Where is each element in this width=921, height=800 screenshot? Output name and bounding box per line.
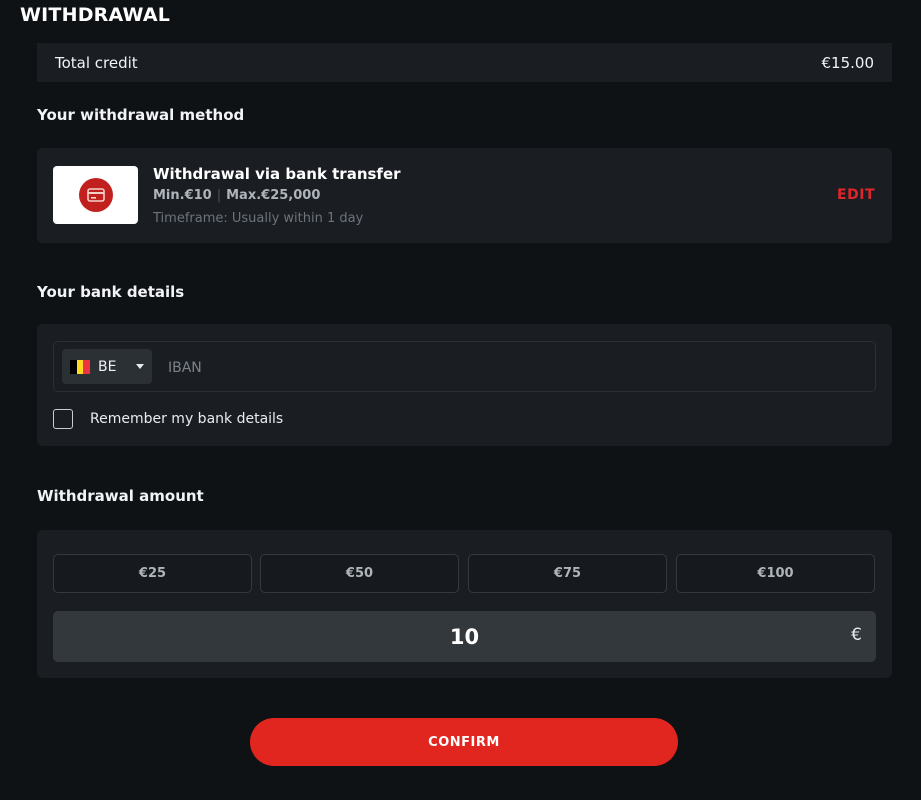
amount-input[interactable]: 10 € xyxy=(53,611,876,662)
bank-details-card: BE Remember my bank details xyxy=(37,324,892,446)
credit-card-icon xyxy=(78,178,113,212)
confirm-button[interactable]: CONFIRM xyxy=(250,718,678,766)
total-credit-value: €15.00 xyxy=(821,53,875,72)
preset-amount-button[interactable]: €25 xyxy=(53,554,252,593)
total-credit-label: Total credit xyxy=(55,53,138,72)
preset-amount-button[interactable]: €75 xyxy=(468,554,667,593)
currency-symbol: € xyxy=(851,625,862,645)
withdrawal-method-card: Withdrawal via bank transfer Min.€10 | Max… xyxy=(37,148,892,243)
country-select[interactable]: BE xyxy=(62,349,152,384)
limits-divider: | xyxy=(216,188,222,203)
chevron-down-icon xyxy=(136,364,144,369)
method-name: Withdrawal via bank transfer xyxy=(153,165,401,183)
withdrawal-method-heading: Your withdrawal method xyxy=(37,106,245,124)
total-credit-bar: Total credit €15.00 xyxy=(37,43,892,82)
withdrawal-amount-card: €25 €50 €75 €100 10 € xyxy=(37,530,892,678)
method-limits: Min.€10 | Max.€25,000 xyxy=(153,188,320,203)
preset-amount-button[interactable]: €50 xyxy=(260,554,459,593)
country-code: BE xyxy=(98,358,117,375)
iban-field: BE xyxy=(53,341,876,392)
min-amount: Min.€10 xyxy=(153,188,212,203)
bank-transfer-logo xyxy=(53,166,138,224)
page-title: WITHDRAWAL xyxy=(20,4,171,26)
belgium-flag-icon xyxy=(70,359,91,374)
withdrawal-amount-heading: Withdrawal amount xyxy=(37,487,204,505)
iban-input[interactable] xyxy=(166,350,860,385)
remember-bank-details-checkbox[interactable] xyxy=(53,409,73,429)
amount-value[interactable]: 10 xyxy=(53,611,876,662)
preset-amount-button[interactable]: €100 xyxy=(676,554,875,593)
method-timeframe: Timeframe: Usually within 1 day xyxy=(153,211,364,226)
remember-bank-details-label[interactable]: Remember my bank details xyxy=(90,411,283,427)
bank-details-heading: Your bank details xyxy=(37,283,185,301)
edit-method-button[interactable]: EDIT xyxy=(837,187,875,203)
max-amount: Max.€25,000 xyxy=(226,188,321,203)
